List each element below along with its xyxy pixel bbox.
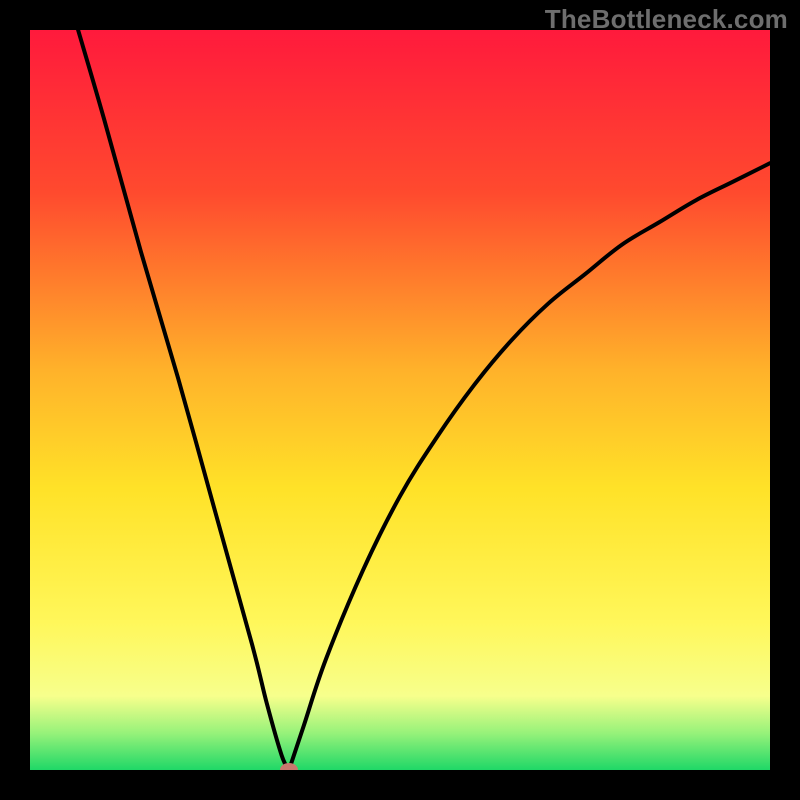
bottleneck-curve	[30, 30, 770, 770]
watermark-text: TheBottleneck.com	[545, 4, 788, 35]
optimal-point-marker	[280, 763, 298, 770]
curve-left	[78, 30, 289, 770]
plot-area	[30, 30, 770, 770]
chart-frame: TheBottleneck.com	[0, 0, 800, 800]
curve-right	[289, 163, 770, 770]
